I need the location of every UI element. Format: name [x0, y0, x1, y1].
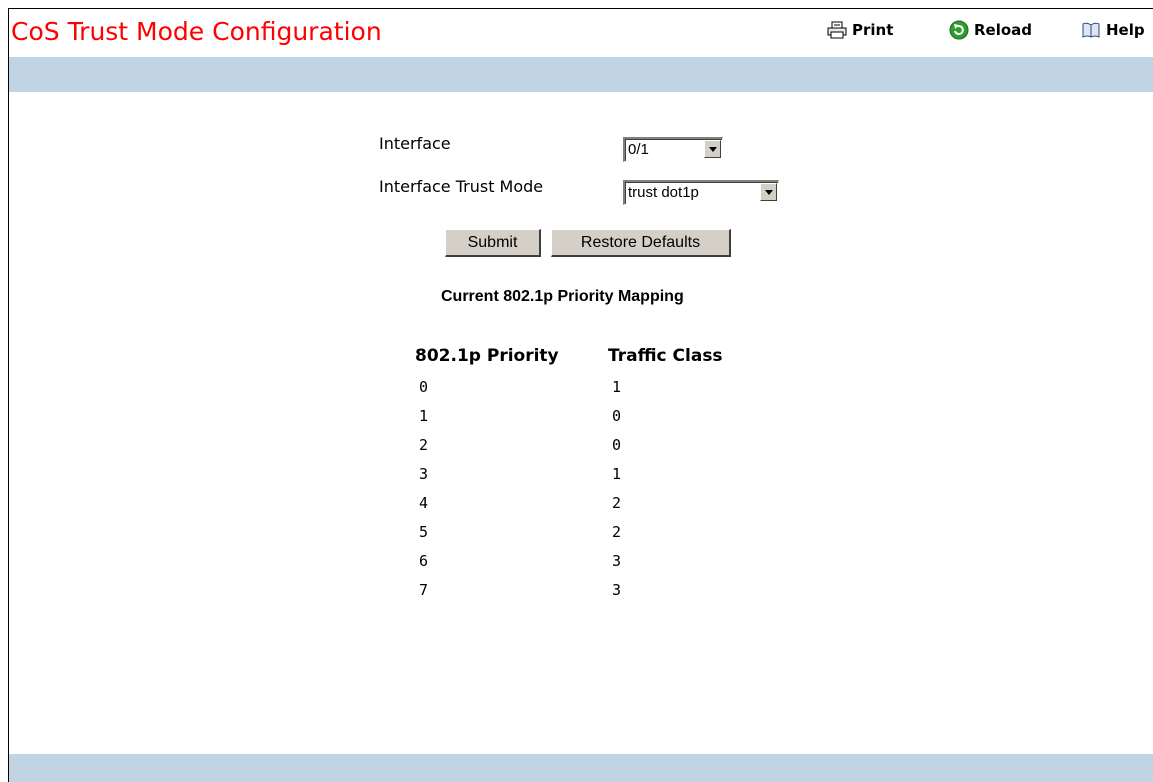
- class-cell: 1: [612, 378, 622, 396]
- priority-cell: 5: [419, 523, 429, 541]
- priority-cell: 3: [419, 465, 429, 483]
- class-cell: 0: [612, 407, 622, 425]
- priority-cell: 6: [419, 552, 429, 570]
- trust-mode-label: Interface Trust Mode: [379, 177, 544, 196]
- submit-button[interactable]: Submit: [445, 229, 541, 257]
- trust-mode-select-value: trust dot1p: [628, 184, 699, 201]
- interface-label: Interface: [379, 134, 451, 153]
- print-button[interactable]: Print: [827, 19, 893, 41]
- reload-icon: [949, 20, 969, 40]
- class-cell: 2: [612, 494, 622, 512]
- reload-button[interactable]: Reload: [949, 19, 1032, 41]
- priority-cell: 1: [419, 407, 429, 425]
- restore-defaults-button[interactable]: Restore Defaults: [551, 229, 731, 257]
- class-cell: 0: [612, 436, 622, 454]
- mapping-title: Current 802.1p Priority Mapping: [441, 288, 684, 305]
- priority-cell: 2: [419, 436, 429, 454]
- footer-band: [9, 754, 1153, 782]
- class-cell: 2: [612, 523, 622, 541]
- interface-select-value: 0/1: [628, 141, 649, 158]
- chevron-down-icon[interactable]: [704, 140, 721, 158]
- printer-icon: [827, 21, 847, 39]
- priority-cell: 7: [419, 581, 429, 599]
- trust-mode-select[interactable]: trust dot1p: [623, 180, 779, 205]
- help-button[interactable]: Help: [1081, 19, 1145, 41]
- header-band: [9, 57, 1153, 92]
- class-cell: 3: [612, 581, 622, 599]
- col-priority-header: 802.1p Priority: [415, 346, 559, 366]
- print-label: Print: [852, 21, 894, 39]
- help-label: Help: [1106, 21, 1145, 39]
- class-cell: 3: [612, 552, 622, 570]
- priority-cell: 0: [419, 378, 429, 396]
- priority-cell: 4: [419, 494, 429, 512]
- col-class-header: Traffic Class: [608, 346, 723, 366]
- reload-label: Reload: [974, 21, 1033, 39]
- content-frame: CoS Trust Mode Configuration Print Reloa…: [8, 8, 1153, 782]
- page-title: CoS Trust Mode Configuration: [11, 17, 382, 46]
- class-cell: 1: [612, 465, 622, 483]
- interface-select[interactable]: 0/1: [623, 137, 723, 162]
- help-book-icon: [1082, 22, 1100, 38]
- chevron-down-icon[interactable]: [760, 183, 777, 201]
